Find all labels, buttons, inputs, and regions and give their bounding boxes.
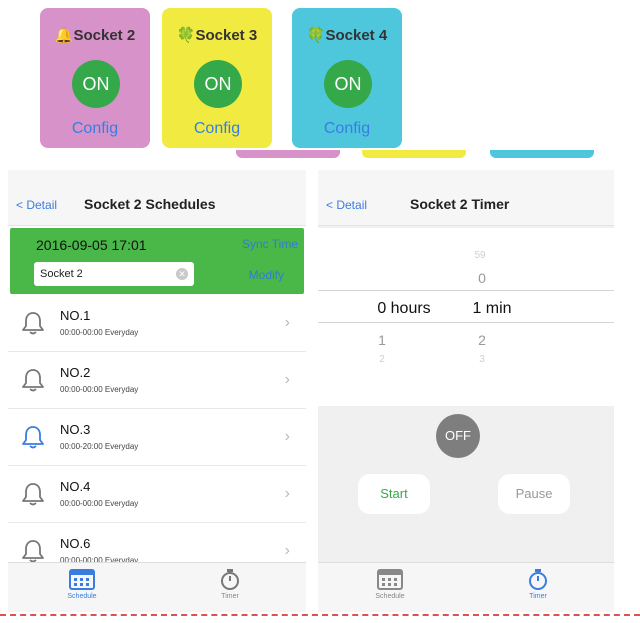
socket-name-input[interactable]: Socket 2 ✕	[34, 262, 194, 286]
bell-icon	[20, 538, 46, 564]
schedule-time: 00:00-20:00 Everyday	[60, 442, 139, 451]
tab-schedule[interactable]: Schedule	[42, 567, 122, 600]
picker-minute-option[interactable]: 0	[462, 270, 502, 286]
tab-timer[interactable]: Timer	[498, 567, 578, 600]
chevron-right-icon: ›	[284, 542, 290, 559]
power-on-button[interactable]: ON	[72, 60, 120, 108]
chevron-right-icon: ›	[284, 371, 290, 388]
socket-name: Socket 4	[325, 27, 388, 44]
bell-icon	[20, 481, 46, 507]
modify-button[interactable]: Modify	[249, 268, 284, 282]
config-link[interactable]: Config	[292, 120, 402, 138]
pause-button[interactable]: Pause	[498, 474, 570, 514]
tab-label: Schedule	[67, 593, 97, 600]
stopwatch-icon	[529, 569, 547, 590]
bell-icon	[20, 367, 46, 393]
bell-icon	[20, 424, 46, 450]
power-on-button[interactable]: ON	[324, 60, 372, 108]
dashed-divider	[0, 614, 640, 616]
picker-minute-option[interactable]: 2	[462, 332, 502, 348]
nav-bar: < Detail Socket 2 Timer	[318, 170, 614, 226]
tab-bar: Schedule Timer	[8, 562, 306, 612]
clover-icon: 🍀	[176, 27, 196, 44]
chevron-right-icon: ›	[284, 485, 290, 502]
schedule-row[interactable]: NO.3 00:00-20:00 Everyday ›	[8, 410, 306, 466]
tab-bar: Schedule Timer	[318, 562, 614, 612]
schedule-row[interactable]: NO.2 00:00-00:00 Everyday ›	[8, 353, 306, 409]
picker-minute-option[interactable]: 59	[460, 250, 500, 261]
bell-icon	[20, 310, 46, 336]
schedule-label: NO.1	[60, 308, 91, 323]
calendar-icon	[377, 569, 403, 590]
bell-icon: 🔔	[54, 27, 74, 44]
picker-hour-option[interactable]: 1	[362, 332, 402, 348]
card-tab-strip	[490, 150, 594, 158]
nav-bar: < Detail Socket 2 Schedules	[8, 170, 306, 226]
card-tab-strip	[362, 150, 466, 158]
socket-card-3[interactable]: 🍀Socket 3 ON Config	[162, 8, 272, 148]
socket-card-4[interactable]: 🍀Socket 4 ON Config	[292, 8, 402, 148]
socket-card-2[interactable]: 🔔Socket 2 ON Config	[40, 8, 150, 148]
schedule-time: 00:00-00:00 Everyday	[60, 328, 139, 337]
picker-selection-line	[318, 290, 614, 291]
schedule-row[interactable]: NO.1 00:00-00:00 Everyday ›	[8, 296, 306, 352]
back-button[interactable]: < Detail	[326, 198, 367, 212]
config-link[interactable]: Config	[162, 120, 272, 138]
tab-timer[interactable]: Timer	[190, 567, 270, 600]
stopwatch-icon	[221, 569, 239, 590]
schedule-time: 00:00-00:00 Everyday	[60, 385, 139, 394]
duration-picker[interactable]: 59 0 0 hours 1 min 1 2 2 3	[318, 228, 614, 406]
picker-minute-option[interactable]: 3	[462, 354, 502, 365]
timer-screen: < Detail Socket 2 Timer 59 0 0 hours 1 m…	[318, 170, 614, 612]
schedule-label: NO.4	[60, 479, 91, 494]
picker-minutes-selected[interactable]: 1 min	[462, 300, 522, 318]
picker-selection-line	[318, 322, 614, 323]
schedule-header: 2016-09-05 17:01 Sync Time Socket 2 ✕ Mo…	[10, 228, 304, 294]
schedule-label: NO.6	[60, 536, 91, 551]
socket-name: Socket 2	[73, 27, 136, 44]
schedule-row[interactable]: NO.4 00:00-00:00 Everyday ›	[8, 467, 306, 523]
page-title: Socket 2 Timer	[410, 196, 510, 212]
chevron-right-icon: ›	[284, 428, 290, 445]
power-on-button[interactable]: ON	[194, 60, 242, 108]
schedule-label: NO.3	[60, 422, 91, 437]
clear-icon[interactable]: ✕	[176, 268, 188, 280]
tab-schedule[interactable]: Schedule	[350, 567, 430, 600]
tab-label: Timer	[529, 593, 547, 600]
back-button[interactable]: < Detail	[16, 198, 57, 212]
schedule-time: 00:00-00:00 Everyday	[60, 499, 139, 508]
page-title: Socket 2 Schedules	[84, 196, 216, 212]
sync-time-button[interactable]: Sync Time	[242, 237, 298, 251]
schedules-screen: < Detail Socket 2 Schedules 2016-09-05 1…	[8, 170, 306, 612]
start-button[interactable]: Start	[358, 474, 430, 514]
picker-hour-option[interactable]: 2	[362, 354, 402, 365]
calendar-icon	[69, 569, 95, 590]
timer-off-button[interactable]: OFF	[436, 414, 480, 458]
schedule-label: NO.2	[60, 365, 91, 380]
socket-name: Socket 3	[195, 27, 258, 44]
card-tab-strip	[236, 150, 340, 158]
config-link[interactable]: Config	[40, 120, 150, 138]
clover-icon: 🍀	[306, 27, 326, 44]
chevron-right-icon: ›	[284, 314, 290, 331]
tab-label: Schedule	[375, 593, 405, 600]
tab-label: Timer	[221, 593, 239, 600]
picker-hours-selected[interactable]: 0 hours	[364, 300, 444, 318]
current-datetime: 2016-09-05 17:01	[36, 237, 147, 253]
